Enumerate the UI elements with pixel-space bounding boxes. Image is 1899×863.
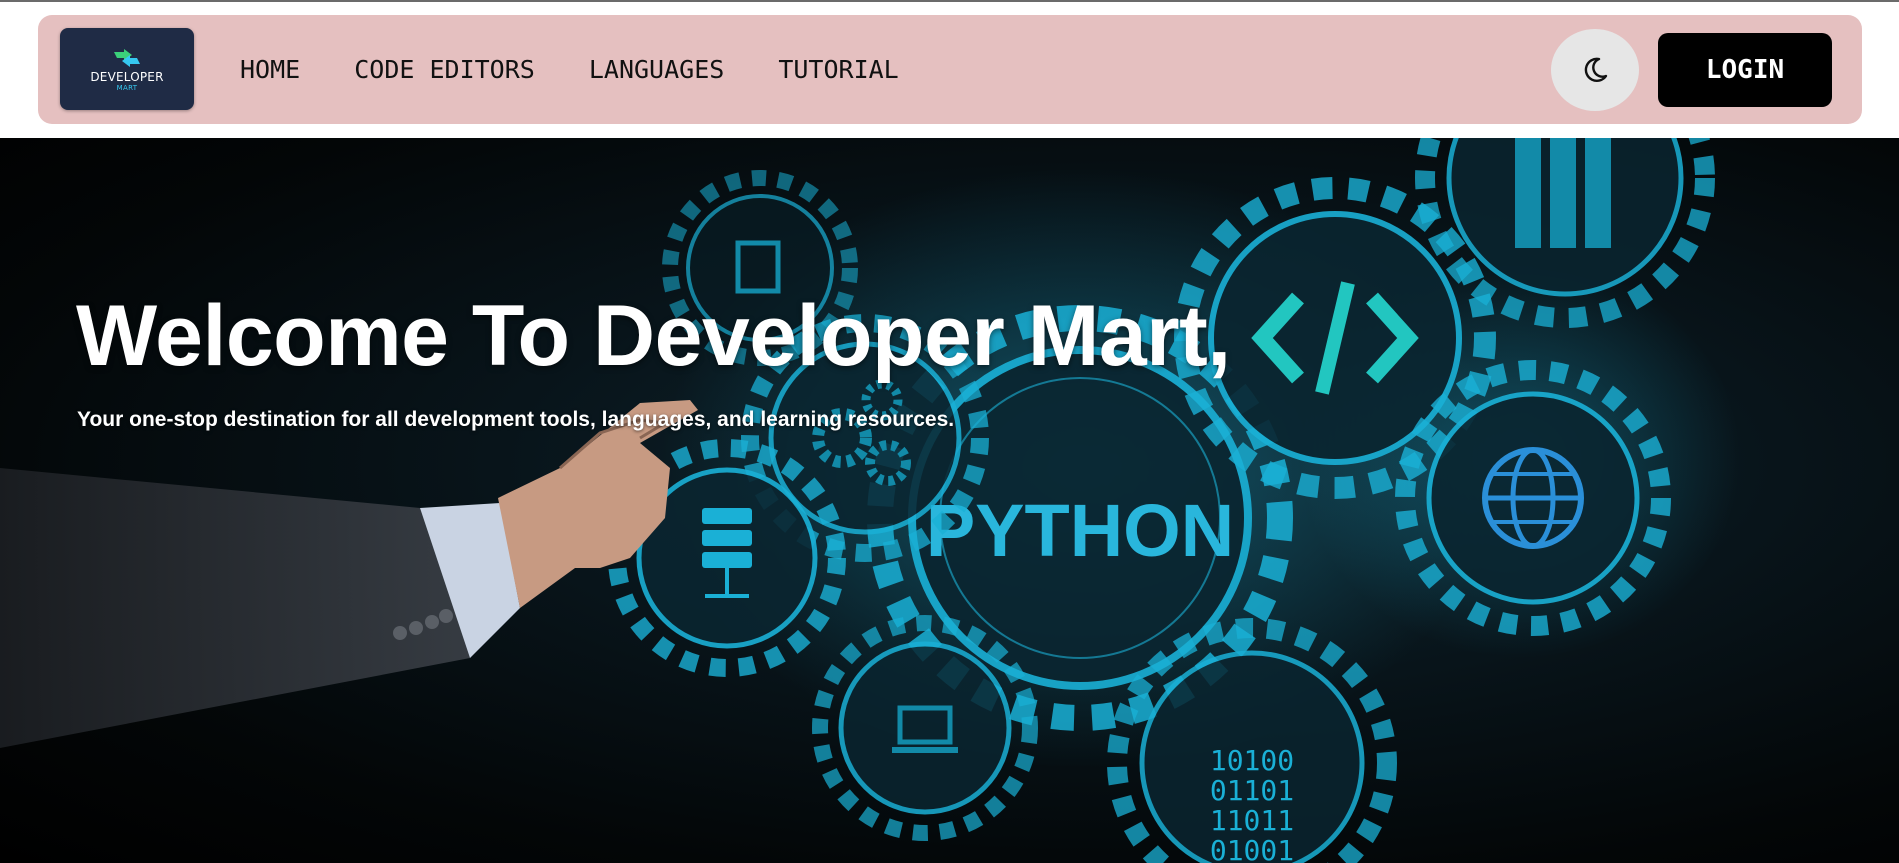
binary-row-1: 10100	[1210, 744, 1294, 777]
logo-mark-icon	[114, 49, 140, 67]
login-button[interactable]: LOGIN	[1658, 33, 1832, 107]
nav-home[interactable]: HOME	[240, 55, 300, 84]
logo-name: DEVELOPER	[90, 70, 164, 84]
python-label: PYTHON	[926, 489, 1234, 572]
gear-laptop-icon	[812, 615, 1038, 841]
hero-background-image: PYTHON 10100 01101 11011 01001	[0, 138, 1740, 863]
nav-links: HOME CODE EDITORS LANGUAGES TUTORIAL	[240, 15, 953, 124]
binary-row-2: 01101	[1210, 774, 1294, 807]
nav-code-editors[interactable]: CODE EDITORS	[354, 55, 535, 84]
navbar: DEVELOPER MART HOME CODE EDITORS LANGUAG…	[38, 15, 1862, 124]
nav-languages[interactable]: LANGUAGES	[589, 55, 724, 84]
nav-tutorial[interactable]: TUTORIAL	[778, 55, 898, 84]
hero-title: Welcome To Developer Mart,	[76, 288, 1231, 384]
logo-sub: MART	[116, 84, 138, 92]
hero-banner: PYTHON 10100 01101 11011 01001 Welcome T…	[0, 138, 1899, 863]
theme-toggle-button[interactable]	[1551, 29, 1639, 111]
hero-subtitle: Your one-stop destination for all develo…	[77, 408, 955, 431]
moon-icon	[1584, 57, 1608, 82]
logo[interactable]: DEVELOPER MART	[60, 28, 194, 110]
hand-illustration	[0, 400, 698, 748]
header: DEVELOPER MART HOME CODE EDITORS LANGUAG…	[0, 0, 1899, 138]
binary-row-3: 11011	[1210, 804, 1294, 837]
binary-row-4: 01001	[1210, 834, 1294, 863]
